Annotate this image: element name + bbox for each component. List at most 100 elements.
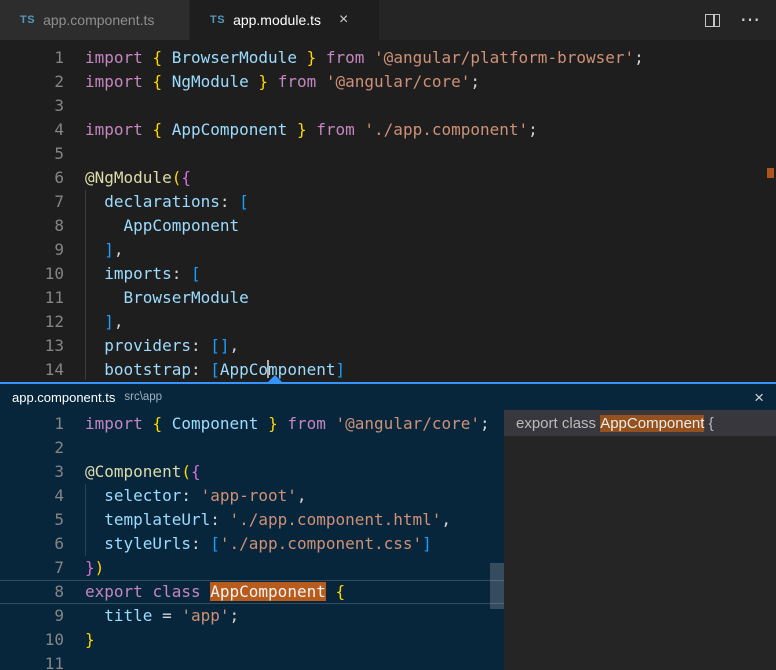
main-editor-lines: 1 import { BrowserModule } from '@angular… [0, 46, 776, 382]
line-number[interactable]: 11 [0, 652, 64, 670]
peek-title: app.component.ts [12, 390, 115, 405]
line-number[interactable]: 2 [0, 70, 64, 94]
code-token: , [114, 312, 124, 331]
code-line[interactable]: 3 [0, 94, 776, 118]
code-token: '@angular/platform-browser' [374, 48, 634, 67]
code-token: '@angular/core' [326, 72, 471, 91]
code-token: AppComponent [210, 582, 326, 601]
code-line[interactable]: 5 templateUrl: './app.component.html', [0, 508, 504, 532]
split-editor-icon[interactable] [705, 14, 720, 27]
line-number[interactable]: 10 [0, 262, 64, 286]
code-token: AppComponent [172, 120, 288, 139]
code-token: from [278, 72, 317, 91]
line-number[interactable]: 7 [0, 556, 64, 580]
code-text: @Component({ [85, 460, 201, 484]
code-token [162, 414, 172, 433]
code-token [85, 360, 104, 379]
line-number[interactable]: 9 [0, 604, 64, 628]
code-token [85, 312, 104, 331]
code-line[interactable]: 13 providers: [], [0, 334, 776, 358]
code-token [307, 120, 317, 139]
line-number[interactable]: 14 [0, 358, 64, 382]
line-number[interactable]: 4 [0, 484, 64, 508]
code-line[interactable]: 12 ], [0, 310, 776, 334]
code-token: title [104, 606, 152, 625]
code-line[interactable]: 14 bootstrap: [AppComponent] [0, 358, 776, 382]
code-token [143, 120, 153, 139]
code-token [316, 48, 326, 67]
code-line[interactable]: 10} [0, 628, 504, 652]
line-number[interactable]: 10 [0, 628, 64, 652]
line-number[interactable]: 1 [0, 412, 64, 436]
close-icon[interactable]: × [339, 12, 348, 28]
code-line[interactable]: 4import { AppComponent } from './app.com… [0, 118, 776, 142]
code-token: bootstrap [104, 360, 191, 379]
code-token: from [287, 414, 326, 433]
peek-view: app.component.ts src\app × 1import { Com… [0, 382, 776, 670]
code-line[interactable]: 1import { Component } from '@angular/cor… [0, 412, 504, 436]
code-token [249, 72, 259, 91]
code-token: [] [210, 336, 229, 355]
line-number[interactable]: 6 [0, 166, 64, 190]
code-line[interactable]: 2 [0, 436, 504, 460]
code-text: import { BrowserModule } from '@angular/… [85, 46, 644, 70]
code-line[interactable]: 6 styleUrls: ['./app.component.css'] [0, 532, 504, 556]
code-token: './app.component.css' [220, 534, 422, 553]
code-line[interactable]: 8 AppComponent [0, 214, 776, 238]
line-number[interactable]: 12 [0, 310, 64, 334]
line-number[interactable]: 7 [0, 190, 64, 214]
code-line[interactable]: 6 @NgModule({ [0, 166, 776, 190]
code-line[interactable]: 7}) [0, 556, 504, 580]
code-line[interactable]: 9 ], [0, 238, 776, 262]
code-line[interactable]: 8 export class AppComponent { [0, 580, 504, 604]
code-token: : [172, 264, 191, 283]
tab-app-component-ts[interactable]: TS app.component.ts [0, 0, 190, 40]
line-number[interactable]: 11 [0, 286, 64, 310]
line-number[interactable]: 3 [0, 460, 64, 484]
line-number[interactable]: 1 [0, 46, 64, 70]
code-token [258, 414, 268, 433]
code-line[interactable]: 2import { NgModule } from '@angular/core… [0, 70, 776, 94]
code-line[interactable]: 9 title = 'app'; [0, 604, 504, 628]
code-token [162, 72, 172, 91]
code-token: ; [480, 414, 490, 433]
code-token: 'app' [181, 606, 229, 625]
main-editor[interactable]: 1 import { BrowserModule } from '@angular… [0, 40, 776, 382]
peek-editor[interactable]: 1import { Component } from '@angular/cor… [0, 410, 504, 670]
line-number[interactable]: 8 [0, 581, 64, 603]
code-text: export class AppComponent { [85, 581, 345, 603]
line-number[interactable]: 13 [0, 334, 64, 358]
code-line[interactable]: 11 BrowserModule [0, 286, 776, 310]
code-line[interactable]: 10 imports: [ [0, 262, 776, 286]
typescript-file-icon: TS [20, 14, 35, 26]
code-token: = [152, 606, 181, 625]
tab-app-module-ts[interactable]: TS app.module.ts × [190, 0, 380, 40]
close-icon[interactable]: × [754, 389, 764, 406]
line-number[interactable]: 8 [0, 214, 64, 238]
code-line[interactable]: 3 @Component({ [0, 460, 504, 484]
line-number[interactable]: 2 [0, 436, 64, 460]
code-token: Component [172, 414, 259, 433]
line-number[interactable]: 6 [0, 532, 64, 556]
result-match-highlight: AppComponent [600, 415, 704, 432]
code-text: @NgModule({ [85, 166, 191, 190]
code-token: } [85, 630, 95, 649]
code-line[interactable]: 11 [0, 652, 504, 670]
code-line[interactable]: 7 declarations: [ [0, 190, 776, 214]
line-number[interactable]: 4 [0, 118, 64, 142]
code-line[interactable]: 1 import { BrowserModule } from '@angular… [0, 46, 776, 70]
line-number[interactable]: 5 [0, 142, 64, 166]
line-number[interactable]: 3 [0, 94, 64, 118]
more-actions-icon[interactable]: ⋯ [740, 10, 760, 30]
scrollbar-handle[interactable] [490, 563, 504, 609]
code-text: ], [85, 310, 124, 334]
code-text: ], [85, 238, 124, 262]
line-number[interactable]: 9 [0, 238, 64, 262]
overview-ruler-mark [767, 168, 774, 178]
reference-list-item[interactable]: export class AppComponent { [504, 410, 776, 436]
code-line[interactable]: 5 [0, 142, 776, 166]
code-token [297, 48, 307, 67]
line-number[interactable]: 5 [0, 508, 64, 532]
code-line[interactable]: 4 selector: 'app-root', [0, 484, 504, 508]
peek-body: 1import { Component } from '@angular/cor… [0, 410, 776, 670]
